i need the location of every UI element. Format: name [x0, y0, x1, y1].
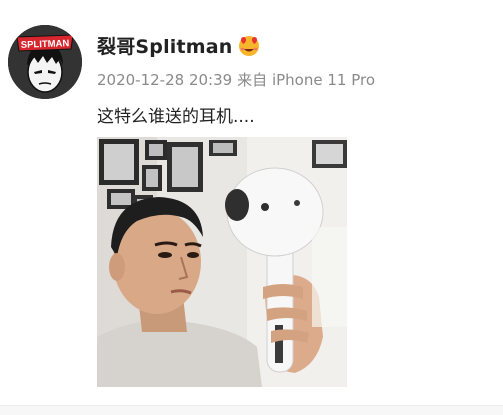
post-footer-strip [0, 406, 503, 415]
author-name[interactable]: 裂哥Splitman [97, 32, 233, 59]
post-meta: 2020-12-28 20:39 来自 iPhone 11 Pro [97, 69, 375, 90]
post-timestamp[interactable]: 2020-12-28 20:39 [97, 71, 232, 89]
love-face-emoji-icon [237, 33, 261, 57]
weibo-post: SPLITMAN 裂哥Splitman 2020-12-28 20:39 来自 i… [0, 0, 503, 415]
avatar-logo-text: SPLITMAN [21, 38, 70, 51]
post-source: 来自 iPhone 11 Pro [237, 71, 375, 89]
post-text: 这特么谁送的耳机.... [97, 107, 255, 127]
post-photo[interactable] [97, 137, 347, 387]
author-avatar[interactable]: SPLITMAN [8, 25, 82, 99]
